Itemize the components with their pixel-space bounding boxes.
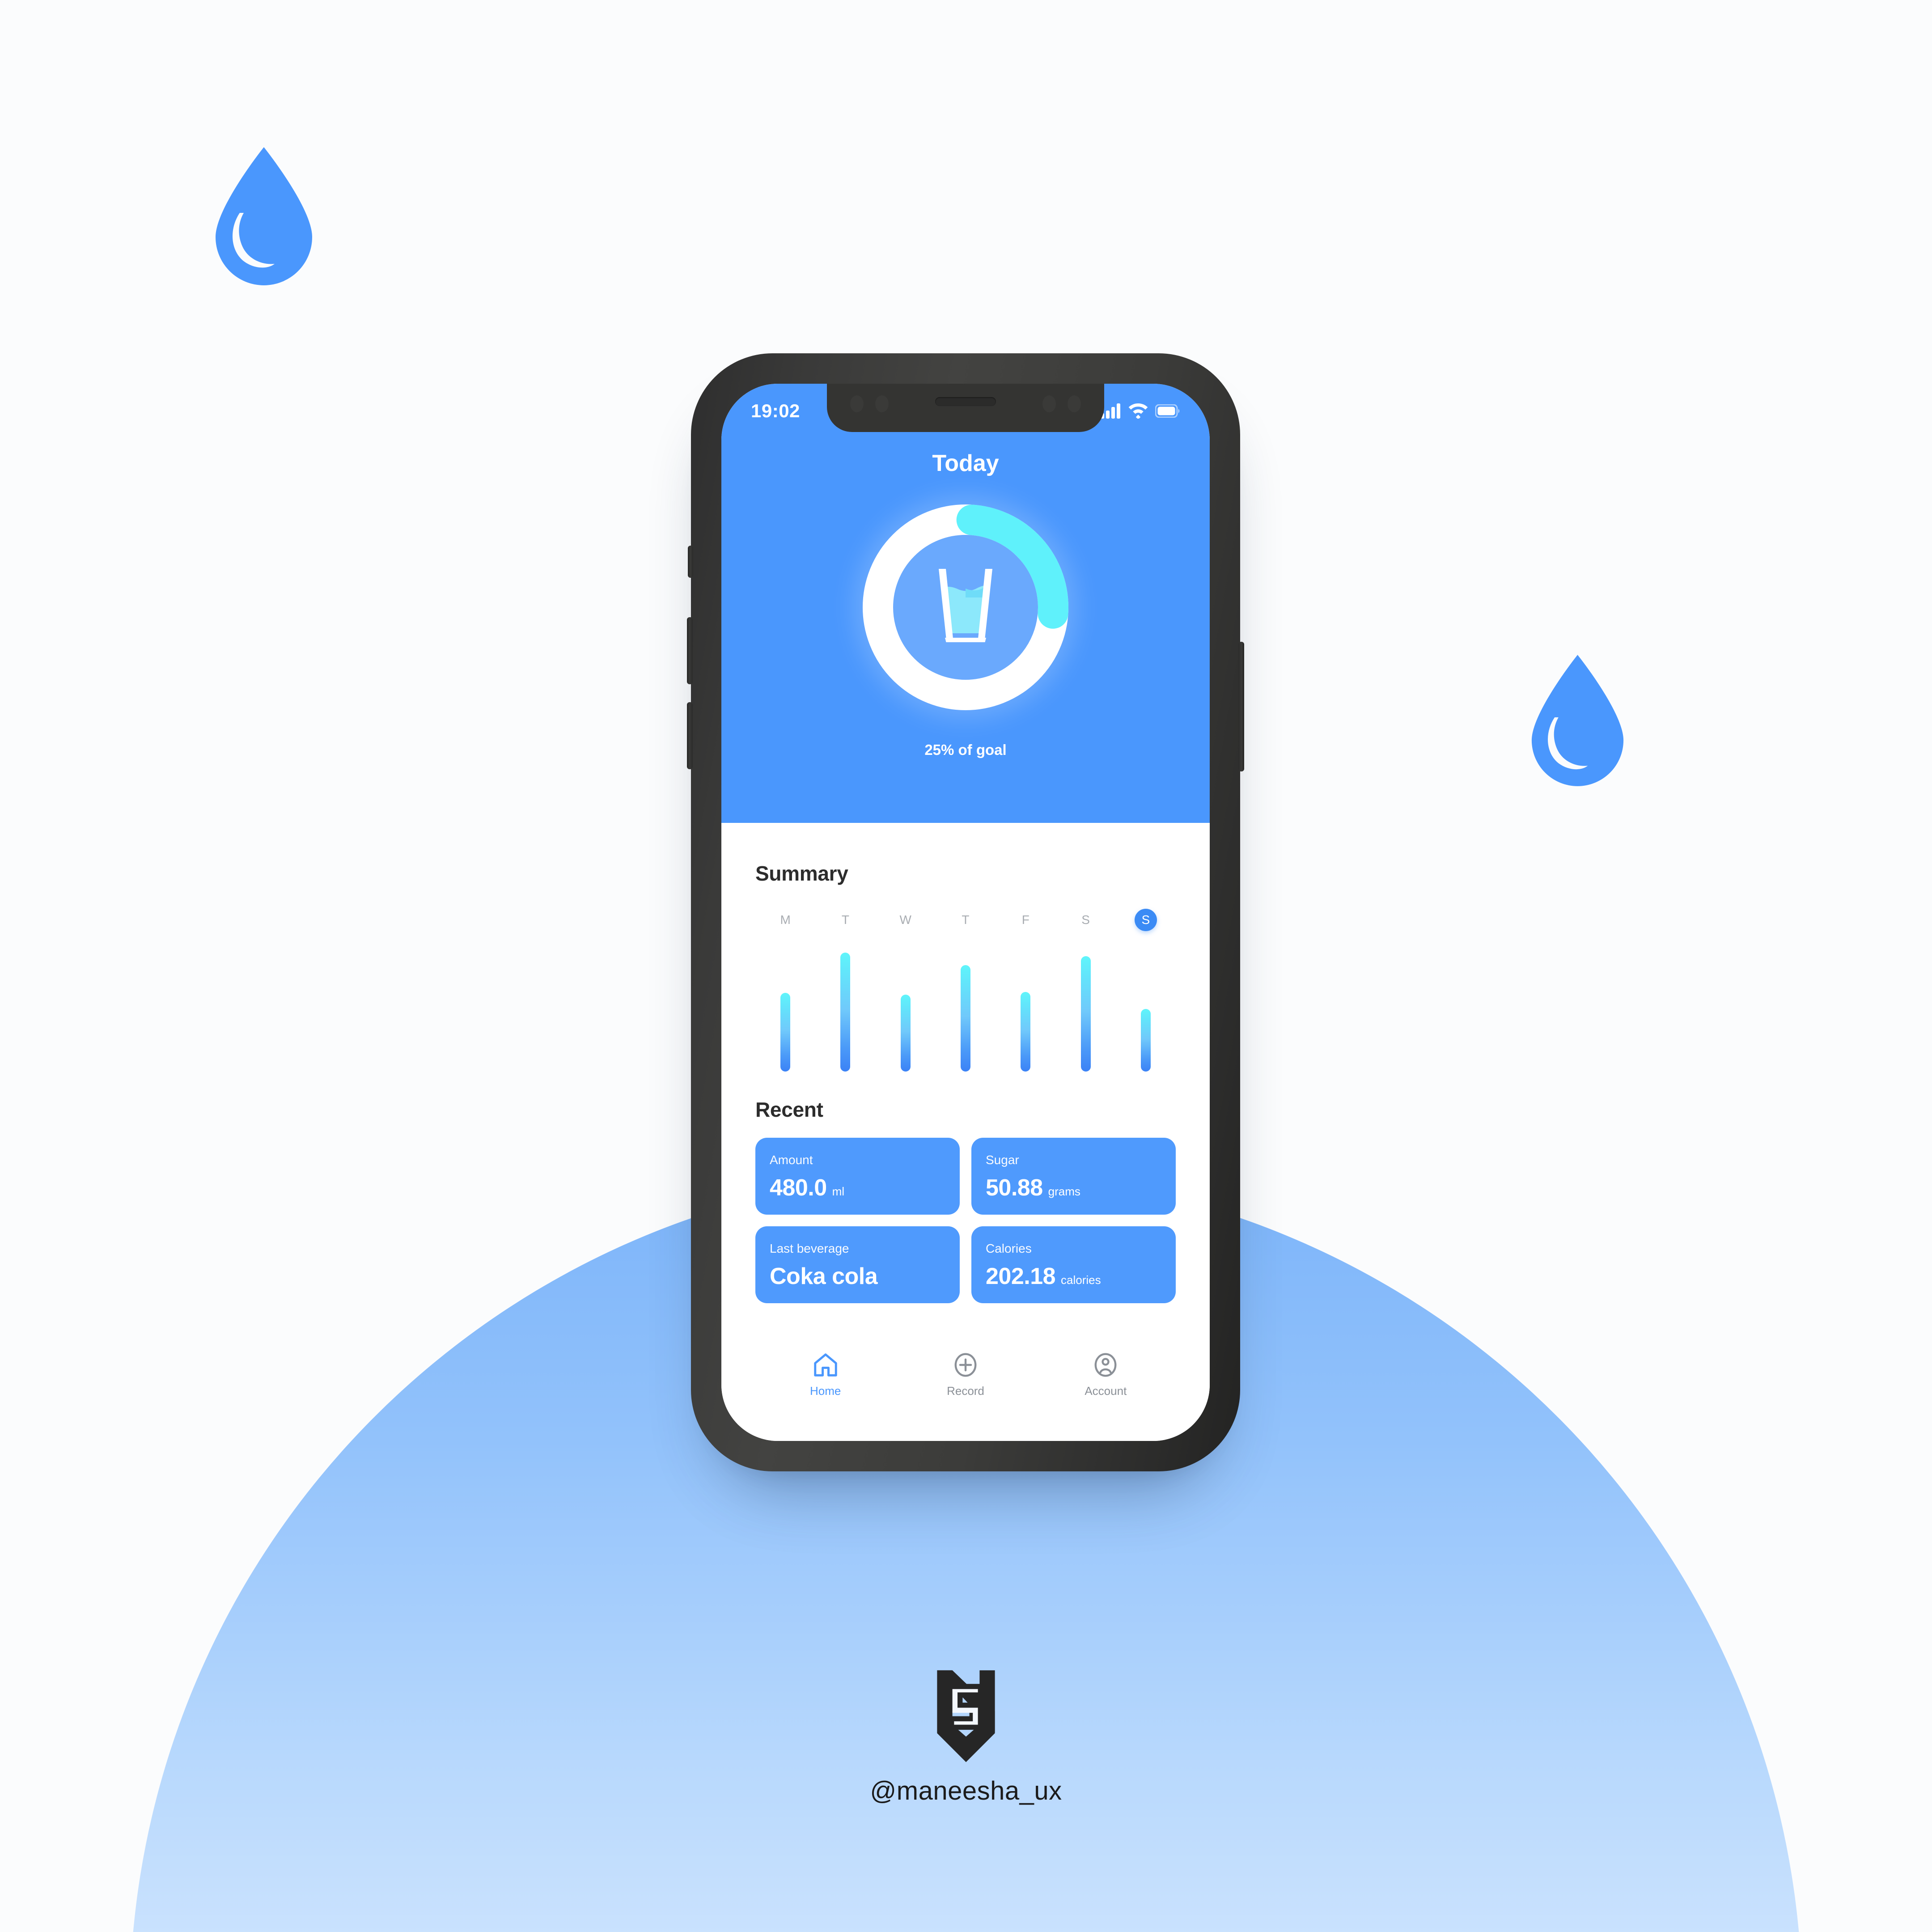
- day-label-wed[interactable]: W: [876, 907, 936, 933]
- bar-slot-sat[interactable]: [1055, 940, 1115, 1072]
- phone-mockup: 19:02 Today 25% of goal Summary M T W T …: [687, 353, 1244, 1471]
- sensor-dot: [850, 395, 864, 412]
- sensor-dot: [875, 395, 889, 412]
- bottom-tab-bar: Home Record Account: [755, 1339, 1176, 1441]
- battery-full-icon: [1155, 404, 1179, 418]
- tab-home[interactable]: Home: [755, 1351, 895, 1398]
- tab-account[interactable]: Account: [1036, 1351, 1176, 1398]
- tab-record[interactable]: Record: [895, 1351, 1035, 1398]
- day-text: M: [780, 913, 791, 927]
- front-camera: [1068, 395, 1081, 412]
- recent-card-last-beverage[interactable]: Last beverage Coka cola: [755, 1226, 960, 1303]
- card-label: Calories: [986, 1241, 1032, 1255]
- bar-slot-sun[interactable]: [1116, 940, 1176, 1072]
- day-text: S: [1081, 913, 1090, 927]
- recent-card-amount[interactable]: Amount 480.0 ml: [755, 1138, 960, 1215]
- status-time: 19:02: [751, 400, 800, 421]
- phone-screen: 19:02 Today 25% of goal Summary M T W T …: [721, 384, 1210, 1441]
- plus-circle-icon: [954, 1353, 977, 1377]
- app-content: Summary M T W T F S S Recent Amount 480.…: [721, 823, 1210, 1441]
- card-label: Amount: [770, 1153, 813, 1167]
- ms-monogram-logo-icon: [937, 1670, 995, 1763]
- recent-cards-grid: Amount 480.0 ml Sugar 50.88 grams Last b…: [755, 1138, 1176, 1303]
- tab-label: Account: [1085, 1384, 1127, 1398]
- water-droplet-icon-right: [1514, 651, 1641, 792]
- day-text: T: [841, 913, 849, 927]
- water-droplet-icon-left: [197, 143, 331, 291]
- day-label-fri[interactable]: F: [996, 907, 1055, 933]
- day-text: T: [962, 913, 970, 927]
- volume-down-button[interactable]: [687, 702, 693, 769]
- silent-switch-button[interactable]: [688, 546, 693, 578]
- tab-label: Record: [947, 1384, 984, 1398]
- chart-bar: [840, 953, 851, 1072]
- selected-day-pill: S: [1134, 909, 1157, 931]
- chart-bar: [1021, 992, 1031, 1072]
- card-unit: grams: [1048, 1185, 1080, 1198]
- day-label-sat[interactable]: S: [1055, 907, 1115, 933]
- power-button[interactable]: [1238, 642, 1244, 771]
- day-text: W: [899, 913, 911, 927]
- bar-slot-mon[interactable]: [755, 940, 815, 1072]
- card-value: 202.18: [986, 1263, 1056, 1289]
- home-icon: [813, 1353, 837, 1377]
- day-text: S: [1141, 913, 1150, 927]
- weekly-summary-chart: M T W T F S S: [755, 907, 1176, 1072]
- watermark-handle: @maneesha_ux: [870, 1776, 1062, 1805]
- day-text: F: [1021, 913, 1030, 927]
- recent-card-calories[interactable]: Calories 202.18 calories: [971, 1226, 1176, 1303]
- water-droplet-icon: [216, 147, 312, 285]
- day-label-mon[interactable]: M: [755, 907, 815, 933]
- sensor-dot: [1042, 395, 1056, 412]
- recent-section-title: Recent: [755, 1098, 823, 1121]
- card-label: Sugar: [986, 1153, 1019, 1167]
- canvas-background: 19:02 Today 25% of goal Summary M T W T …: [0, 0, 1932, 1932]
- phone-notch: [827, 384, 1104, 432]
- recent-card-sugar[interactable]: Sugar 50.88 grams: [971, 1138, 1176, 1215]
- water-droplet-icon: [1531, 655, 1624, 786]
- earpiece-speaker: [935, 397, 996, 406]
- card-value: 50.88: [986, 1175, 1043, 1201]
- page-title: Today: [932, 450, 999, 476]
- bar-slot-thu[interactable]: [936, 940, 996, 1072]
- bar-slot-tue[interactable]: [815, 940, 875, 1072]
- phone-frame: 19:02 Today 25% of goal Summary M T W T …: [687, 353, 1244, 1471]
- status-icon-group: [1101, 403, 1180, 419]
- day-label-sun-selected[interactable]: S: [1116, 907, 1176, 933]
- chart-bar: [1140, 1009, 1151, 1072]
- chart-bar: [960, 965, 970, 1072]
- hydration-progress-ring[interactable]: [854, 496, 1077, 719]
- day-label-row: M T W T F S S: [755, 907, 1176, 933]
- card-value-row: 202.18 calories: [986, 1263, 1161, 1290]
- app-header: 19:02 Today 25% of goal: [721, 384, 1210, 823]
- tab-label: Home: [809, 1384, 841, 1398]
- card-unit: ml: [832, 1185, 845, 1198]
- card-value: Coka cola: [770, 1263, 878, 1289]
- bar-slot-fri[interactable]: [996, 940, 1055, 1072]
- chart-bar: [780, 993, 791, 1072]
- wifi-icon: [1128, 403, 1148, 419]
- account-icon: [1094, 1353, 1117, 1377]
- day-label-thu[interactable]: T: [936, 907, 996, 933]
- day-label-tue[interactable]: T: [815, 907, 875, 933]
- bar-slot-wed[interactable]: [876, 940, 936, 1072]
- watermark: @maneesha_ux: [0, 1668, 1932, 1806]
- card-unit: calories: [1061, 1273, 1101, 1287]
- card-value-row: Coka cola: [770, 1263, 945, 1290]
- card-value: 480.0: [770, 1175, 827, 1201]
- water-glass-icon: [939, 569, 992, 642]
- chart-bar: [1080, 956, 1091, 1072]
- card-value-row: 50.88 grams: [986, 1174, 1161, 1201]
- volume-up-button[interactable]: [687, 617, 693, 684]
- chart-bar: [900, 995, 911, 1072]
- goal-progress-label: 25% of goal: [924, 741, 1007, 758]
- card-label: Last beverage: [770, 1241, 849, 1255]
- chart-bars: [755, 940, 1176, 1072]
- summary-section-title: Summary: [755, 862, 848, 885]
- card-value-row: 480.0 ml: [770, 1174, 945, 1201]
